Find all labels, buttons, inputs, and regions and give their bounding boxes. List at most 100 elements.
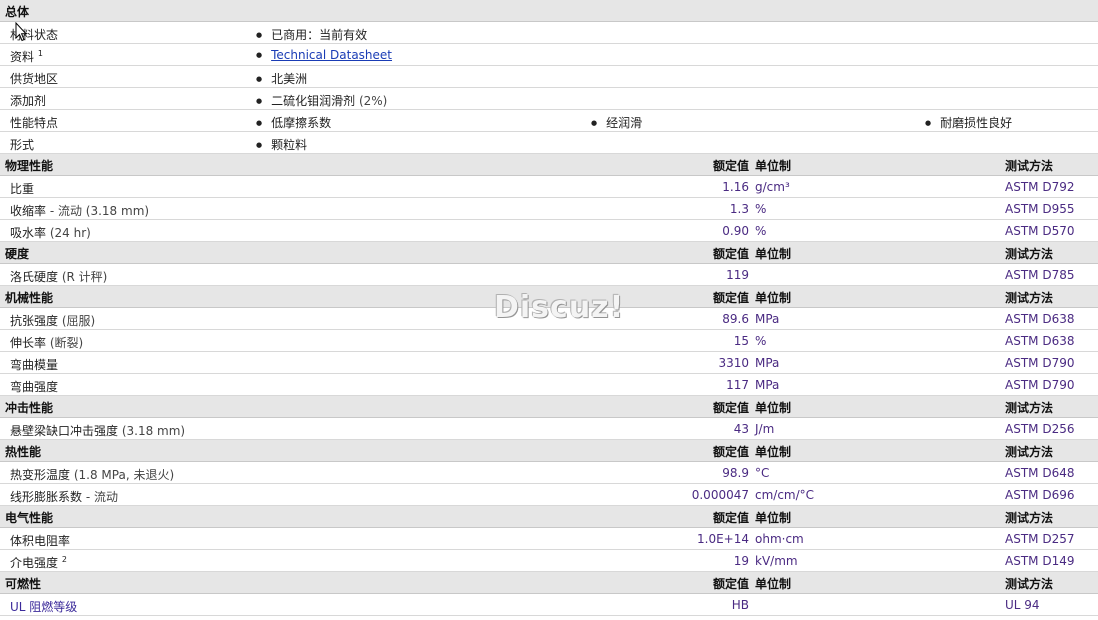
header-test-method: 测试方法 [1005, 445, 1054, 459]
nominal-value: 15 [733, 334, 749, 348]
property-condition: (3.18 mm) [118, 424, 186, 438]
general-row: 添加剂 二硫化钼润滑剂 (2%) [0, 88, 1098, 110]
property-condition: (1.8 MPa, 未退火) [70, 468, 175, 482]
nominal-value: 98.9 [722, 466, 749, 480]
nominal-value: HB [731, 598, 749, 612]
nominal-value: 0.000047 [691, 488, 749, 502]
property-label-text: 伸长率 [10, 336, 47, 350]
unit: MPa [755, 356, 780, 370]
bullet-text: 经润滑 [606, 116, 643, 130]
header-nominal-value: 额定值 [712, 401, 749, 415]
property-row: UL 阻燃等级 HB UL 94 [0, 594, 1098, 616]
test-method: ASTM D256 [1005, 422, 1075, 436]
bullet-item: 已商用：当前有效 [256, 26, 367, 43]
watermark-logo: Discuz! [494, 290, 625, 325]
test-method: ASTM D648 [1005, 466, 1075, 480]
property-row: 体积电阻率 1.0E+14 ohm·cm ASTM D257 [0, 528, 1098, 550]
unit: kV/mm [755, 554, 798, 568]
bullet-text: 耐磨损性良好 [940, 116, 1013, 130]
general-row: 性能特点 低摩擦系数 经润滑 耐磨损性良好 [0, 110, 1098, 132]
property-label-text: 形式 [10, 138, 35, 152]
test-method: ASTM D638 [1005, 312, 1075, 326]
header-unit: 单位制 [755, 159, 792, 173]
unit: g/cm³ [755, 180, 790, 194]
property-label: 洛氏硬度 (R 计秤) [10, 268, 107, 285]
property-label-text: 抗张强度 [10, 314, 59, 328]
property-condition: - 流动 (3.18 mm) [46, 204, 150, 218]
unit: % [755, 202, 767, 216]
property-row: 热变形温度 (1.8 MPa, 未退火) 98.9 °C ASTM D648 [0, 462, 1098, 484]
header-nominal-value: 额定值 [712, 445, 749, 459]
general-row: 供货地区 北美洲 [0, 66, 1098, 88]
property-row: 伸长率 (断裂) 15% ASTM D638 [0, 330, 1098, 352]
unit: MPa [755, 312, 780, 326]
property-row: 比重 1.16 g/cm³ ASTM D792 [0, 176, 1098, 198]
unit: cm/cm/°C [755, 488, 815, 502]
section-header: 物理性能 额定值 单位制 测试方法 [0, 154, 1098, 176]
property-label-text: 热变形温度 [10, 468, 71, 482]
property-label-text: 供货地区 [10, 72, 59, 86]
bullet-item: Technical Datasheet [256, 48, 392, 62]
property-condition: - 流动 [82, 490, 118, 504]
property-condition: (24 hr) [46, 226, 91, 240]
property-label: UL 阻燃等级 [10, 598, 77, 615]
test-method: ASTM D785 [1005, 268, 1075, 282]
property-row: 悬壁梁缺口冲击强度 (3.18 mm) 43 J/m ASTM D256 [0, 418, 1098, 440]
unit: MPa [755, 378, 780, 392]
header-test-method: 测试方法 [1005, 159, 1054, 173]
header-unit: 单位制 [755, 291, 792, 305]
nominal-value: 43 [733, 422, 749, 436]
test-method: ASTM D149 [1005, 554, 1075, 568]
footnote-marker: 2 [61, 555, 67, 564]
nominal-value: 117 [726, 378, 749, 392]
property-label-text: 比重 [10, 182, 35, 196]
property-label-text: 介电强度 [10, 556, 59, 570]
section-title: 机械性能 [5, 291, 54, 305]
footnote-marker: 1 [37, 49, 43, 58]
header-unit: 单位制 [755, 445, 792, 459]
property-label-text: 悬壁梁缺口冲击强度 [10, 424, 119, 438]
bullet-text: 已商用：当前有效 [271, 28, 368, 42]
header-nominal-value: 额定值 [712, 511, 749, 525]
section-title: 热性能 [5, 445, 42, 459]
section-header-general: 总体 [0, 0, 1098, 22]
property-label-text: 吸水率 [10, 226, 47, 240]
nominal-value: 1.3 [729, 202, 749, 216]
property-row: 弯曲强度 117 MPa ASTM D790 [0, 374, 1098, 396]
property-label-text: 收缩率 [10, 204, 47, 218]
nominal-value: 89.6 [722, 312, 749, 326]
property-label-text: 洛氏硬度 [10, 270, 59, 284]
technical-datasheet-link[interactable]: Technical Datasheet [271, 48, 392, 62]
bullet-text: 颗粒料 [271, 138, 308, 152]
section-title: 可燃性 [5, 577, 42, 591]
property-label: 收缩率 - 流动 (3.18 mm) [10, 202, 149, 219]
unit: °C [755, 466, 770, 480]
test-method: UL 94 [1005, 598, 1040, 612]
property-condition: (屈服) [58, 314, 96, 328]
property-label-text: 添加剂 [10, 94, 47, 108]
bullet-item: 颗粒料 [256, 136, 307, 153]
property-label-text: 性能特点 [10, 116, 59, 130]
header-nominal-value: 额定值 [712, 291, 749, 305]
property-row: 线形膨胀系数 - 流动 0.000047 cm/cm/°C ASTM D696 [0, 484, 1098, 506]
property-label-text: 弯曲强度 [10, 380, 59, 394]
property-row: 介电强度 2 19 kV/mm ASTM D149 [0, 550, 1098, 572]
property-label: 介电强度 2 [10, 554, 67, 571]
property-label: 吸水率 (24 hr) [10, 224, 91, 241]
section-header: 冲击性能 额定值 单位制 测试方法 [0, 396, 1098, 418]
header-test-method: 测试方法 [1005, 577, 1054, 591]
test-method: ASTM D790 [1005, 356, 1075, 370]
property-label-text: 体积电阻率 [10, 534, 71, 548]
property-label: 形式 [10, 136, 34, 153]
property-label-text: 资料 [10, 50, 35, 64]
test-method: ASTM D570 [1005, 224, 1075, 238]
section-title: 物理性能 [5, 159, 54, 173]
header-nominal-value: 额定值 [712, 247, 749, 261]
property-label-text: 线形膨胀系数 [10, 490, 83, 504]
property-label: 资料 1 [10, 48, 43, 65]
nominal-value: 19 [733, 554, 749, 568]
header-unit: 单位制 [755, 511, 792, 525]
property-condition: (R 计秤) [58, 270, 108, 284]
bullet-condition: (2%) [358, 94, 388, 108]
test-method: ASTM D955 [1005, 202, 1075, 216]
